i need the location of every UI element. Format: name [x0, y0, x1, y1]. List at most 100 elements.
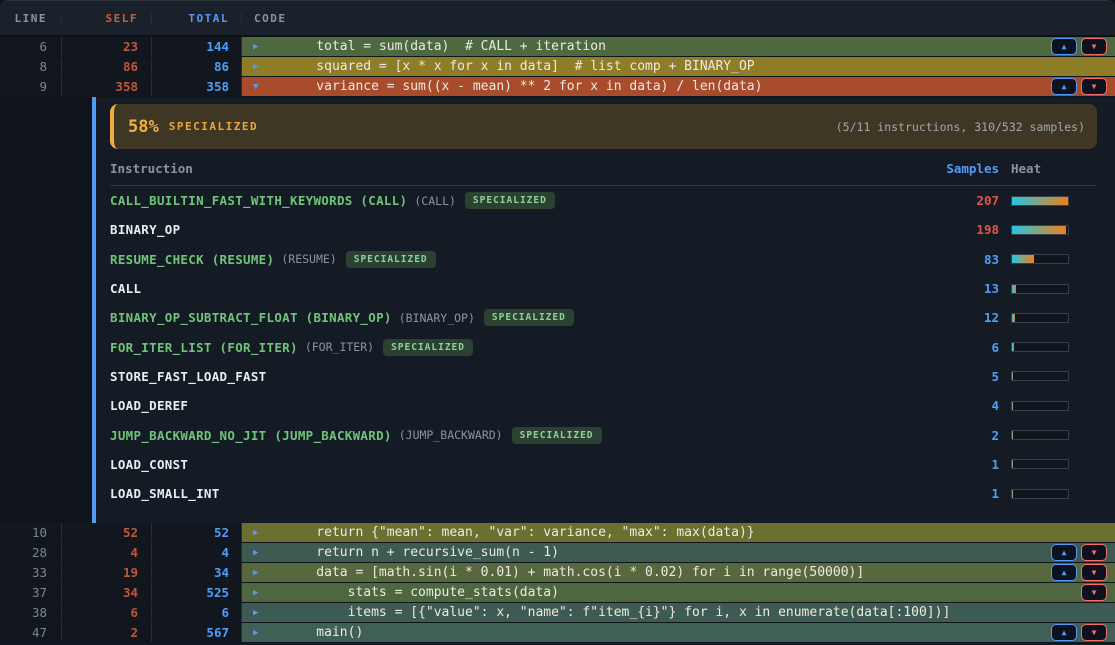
expand-expander-icon[interactable]: ▶ [253, 62, 267, 72]
panel-gutter [0, 97, 92, 523]
expand-expander-icon[interactable]: ▶ [253, 608, 267, 618]
instruction-row: LOAD_SMALL_INT1 [110, 479, 1097, 508]
jump-up-button[interactable]: ▲ [1051, 78, 1077, 95]
instruction-row: FOR_ITER_LIST (FOR_ITER)(FOR_ITER)SPECIA… [110, 332, 1097, 361]
row-nav-buttons: ▲▼ [1051, 564, 1107, 581]
profiler-view: LINE SELF TOTAL CODE 623144▶ total = sum… [0, 0, 1115, 645]
row-nav-buttons: ▼ [1081, 584, 1107, 601]
instruction-name: STORE_FAST_LOAD_FAST [110, 369, 267, 384]
column-header-total: TOTAL [152, 12, 242, 25]
code-cell[interactable]: ▶ return n + recursive_sum(n - 1)▲▼ [242, 543, 1115, 562]
heat-bar-fill [1012, 314, 1015, 322]
jump-down-button[interactable]: ▼ [1081, 78, 1107, 95]
heat-bar [1011, 342, 1069, 352]
jump-down-button[interactable]: ▼ [1081, 584, 1107, 601]
jump-down-button[interactable]: ▼ [1081, 544, 1107, 561]
specialization-detail: (5/11 instructions, 310/532 samples) [836, 120, 1085, 134]
code-text: stats = compute_stats(data) [285, 583, 559, 602]
code-row: 623144▶ total = sum(data) # CALL + itera… [0, 37, 1115, 57]
instruction-base-name: (JUMP_BACKWARD) [399, 428, 503, 442]
jump-down-button[interactable]: ▼ [1081, 564, 1107, 581]
column-header-line: LINE [0, 12, 62, 25]
code-row: 9358358▼ variance = sum((x - mean) ** 2 … [0, 77, 1115, 97]
self-samples: 52 [62, 523, 152, 542]
samples-count: 12 [879, 310, 999, 325]
code-cell[interactable]: ▶ squared = [x * x for x in data] # list… [242, 57, 1115, 76]
instruction-row: CALL 13 [110, 274, 1097, 303]
code-cell[interactable]: ▶ data = [math.sin(i * 0.01) + math.cos(… [242, 563, 1115, 582]
jump-down-button[interactable]: ▼ [1081, 38, 1107, 55]
heat-bar-fill [1012, 372, 1013, 380]
instruction-name: CALL [110, 281, 141, 296]
code-cell[interactable]: ▶ main() ▲▼ [242, 623, 1115, 642]
heat-bar [1011, 430, 1069, 440]
heat-bar [1011, 196, 1069, 206]
samples-count: 6 [879, 340, 999, 355]
table-header-row: LINE SELF TOTAL CODE [0, 1, 1115, 37]
heat-bar-fill [1012, 490, 1013, 498]
jump-up-button[interactable]: ▲ [1051, 38, 1077, 55]
code-row: 105252▶ return {"mean": mean, "var": var… [0, 523, 1115, 543]
total-samples: 4 [152, 543, 242, 562]
total-samples: 567 [152, 623, 242, 642]
heat-bar-fill [1012, 226, 1066, 234]
code-cell[interactable]: ▶ items = [{"value": x, "name": f"item_{… [242, 603, 1115, 622]
instruction-row: STORE_FAST_LOAD_FAST 5 [110, 362, 1097, 391]
jump-up-button[interactable]: ▲ [1051, 544, 1077, 561]
code-table-top: LINE SELF TOTAL CODE 623144▶ total = sum… [0, 1, 1115, 97]
expand-expander-icon[interactable]: ▶ [253, 42, 267, 52]
expand-expander-icon[interactable]: ▶ [253, 548, 267, 558]
heat-bar [1011, 254, 1069, 264]
instruction-name: LOAD_CONST [110, 457, 188, 472]
expand-expander-icon[interactable]: ▶ [253, 628, 267, 638]
code-row: 3734525▶ stats = compute_stats(data)▼ [0, 583, 1115, 603]
code-cell[interactable]: ▶ total = sum(data) # CALL + iteration ▲▼ [242, 37, 1115, 56]
heat-bar-fill [1012, 460, 1013, 468]
instruction-name: LOAD_DEREF [110, 398, 188, 413]
instruction-base-name: (RESUME) [281, 252, 336, 266]
jump-down-button[interactable]: ▼ [1081, 624, 1107, 641]
line-number: 33 [0, 563, 62, 582]
line-number: 37 [0, 583, 62, 602]
code-cell[interactable]: ▶ return {"mean": mean, "var": variance,… [242, 523, 1115, 542]
code-row: 3866▶ items = [{"value": x, "name": f"it… [0, 603, 1115, 623]
collapse-expander-icon[interactable]: ▼ [253, 82, 267, 92]
specialized-label: SPECIALIZED [169, 120, 258, 133]
expand-expander-icon[interactable]: ▶ [253, 588, 267, 598]
expand-expander-icon[interactable]: ▶ [253, 568, 267, 578]
jump-up-button[interactable]: ▲ [1051, 624, 1077, 641]
heat-bar-fill [1012, 431, 1013, 439]
row-nav-buttons: ▲▼ [1051, 78, 1107, 95]
instruction-name: CALL_BUILTIN_FAST_WITH_KEYWORDS (CALL) [110, 193, 407, 208]
code-text: data = [math.sin(i * 0.01) + math.cos(i … [285, 563, 864, 582]
self-samples: 6 [62, 603, 152, 622]
heat-bar-fill [1012, 255, 1034, 263]
specialized-badge: SPECIALIZED [383, 339, 473, 356]
code-cell[interactable]: ▼ variance = sum((x - mean) ** 2 for x i… [242, 77, 1115, 96]
line-number: 10 [0, 523, 62, 542]
instruction-name: JUMP_BACKWARD_NO_JIT (JUMP_BACKWARD) [110, 428, 392, 443]
code-text: main() [285, 623, 363, 642]
line-number: 9 [0, 77, 62, 96]
samples-count: 13 [879, 281, 999, 296]
code-cell[interactable]: ▶ stats = compute_stats(data) ▼ [242, 583, 1115, 602]
samples-count: 198 [879, 222, 999, 237]
column-header-instruction: Instruction [110, 161, 879, 176]
instruction-name: FOR_ITER_LIST (FOR_ITER) [110, 340, 298, 355]
code-text: return {"mean": mean, "var": variance, "… [285, 523, 755, 542]
top-code-rows: 623144▶ total = sum(data) # CALL + itera… [0, 37, 1115, 97]
code-text: total = sum(data) # CALL + iteration [285, 37, 606, 56]
jump-up-button[interactable]: ▲ [1051, 564, 1077, 581]
expand-expander-icon[interactable]: ▶ [253, 528, 267, 538]
total-samples: 525 [152, 583, 242, 602]
total-samples: 52 [152, 523, 242, 542]
code-row: 472567▶ main()▲▼ [0, 623, 1115, 643]
specialized-percent: 58% [128, 117, 159, 137]
specialized-badge: SPECIALIZED [346, 251, 436, 268]
specialized-badge: SPECIALIZED [484, 309, 574, 326]
code-table-bottom: 105252▶ return {"mean": mean, "var": var… [0, 523, 1115, 643]
instruction-row: LOAD_DEREF4 [110, 391, 1097, 420]
samples-count: 5 [879, 369, 999, 384]
self-samples: 19 [62, 563, 152, 582]
self-samples: 4 [62, 543, 152, 562]
